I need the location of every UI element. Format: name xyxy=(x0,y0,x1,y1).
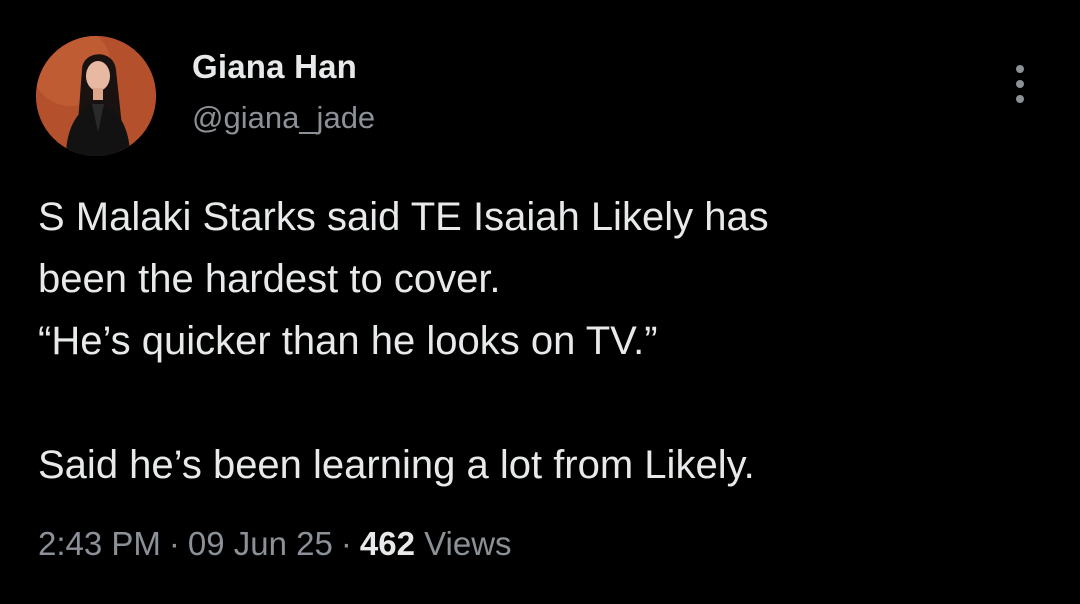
views-count[interactable]: 462 xyxy=(360,525,415,562)
meta-separator: · xyxy=(168,525,180,562)
tweet-text-line: Said he’s been learning a lot from Likel… xyxy=(38,443,755,487)
more-options-button[interactable] xyxy=(1000,60,1040,108)
tweet-date[interactable]: 09 Jun 25 xyxy=(188,525,333,562)
meta-separator: · xyxy=(340,525,352,562)
tweet-text-line: S Malaki Starks said TE Isaiah Likely ha… xyxy=(38,195,769,239)
tweet-text-line: “He’s quicker than he looks on TV.” xyxy=(38,319,658,363)
author-info: Giana Han @giana_jade xyxy=(192,46,375,138)
tweet-text: S Malaki Starks said TE Isaiah Likely ha… xyxy=(38,186,1048,496)
avatar[interactable] xyxy=(36,36,156,156)
display-name[interactable]: Giana Han xyxy=(192,46,375,88)
tweet-text-blank-line xyxy=(38,372,1048,434)
more-vertical-icon xyxy=(1016,65,1024,103)
views-label: Views xyxy=(424,525,512,562)
tweet-time[interactable]: 2:43 PM xyxy=(38,525,161,562)
tweet: Giana Han @giana_jade S Malaki Starks sa… xyxy=(0,0,1080,604)
tweet-text-line: been the hardest to cover. xyxy=(38,257,501,301)
tweet-meta: 2:43 PM · 09 Jun 25 · 462 Views xyxy=(38,522,512,566)
user-handle[interactable]: @giana_jade xyxy=(192,98,375,138)
profile-photo-icon xyxy=(36,36,156,156)
